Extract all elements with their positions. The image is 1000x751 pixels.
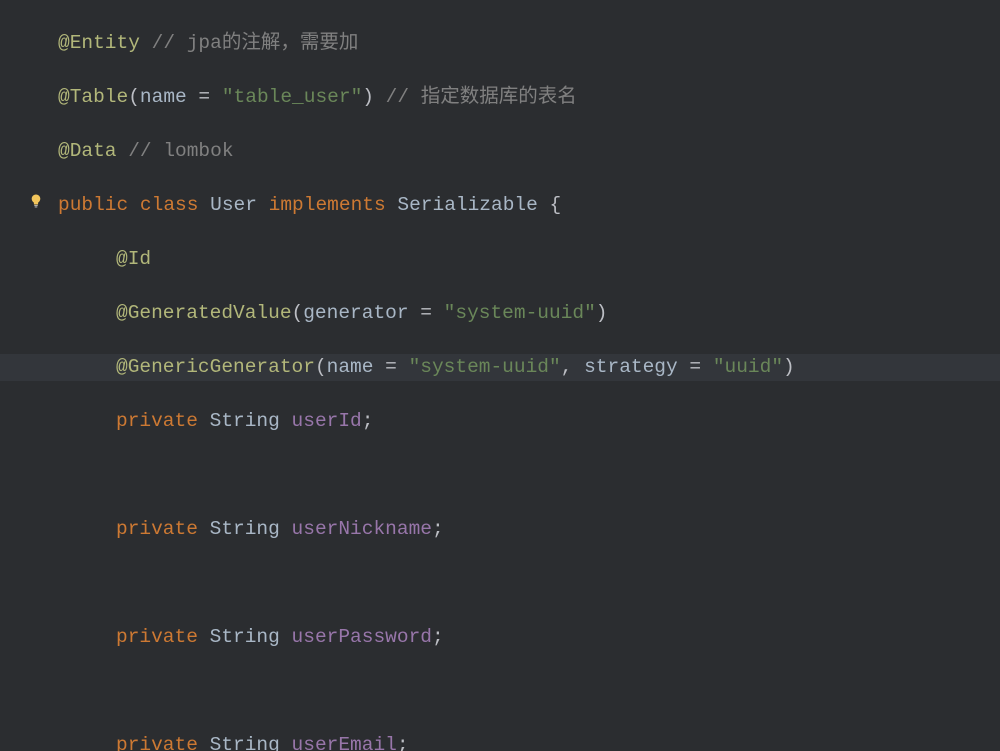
code-line: private String userNickname; bbox=[58, 516, 1000, 543]
keyword: private bbox=[116, 518, 198, 540]
type-name: String bbox=[210, 518, 280, 540]
code-line: @Entity // jpa的注解，需要加 bbox=[58, 30, 1000, 57]
code-line-current: @GenericGenerator(name = "system-uuid", … bbox=[0, 354, 1000, 381]
code-line: @Id bbox=[58, 246, 1000, 273]
type-name: String bbox=[210, 734, 280, 751]
code-line: @Data // lombok bbox=[58, 138, 1000, 165]
string-literal: "uuid" bbox=[713, 356, 783, 378]
param-name: name bbox=[327, 356, 374, 378]
lightbulb-icon[interactable] bbox=[28, 193, 44, 209]
annotation: @Table bbox=[58, 86, 128, 108]
code-line-empty bbox=[58, 678, 1000, 705]
code-line: private String userId; bbox=[58, 408, 1000, 435]
annotation: @Data bbox=[58, 140, 117, 162]
param-name: generator bbox=[303, 302, 408, 324]
field-name: userEmail bbox=[292, 734, 397, 751]
code-line: @Table(name = "table_user") // 指定数据库的表名 bbox=[58, 84, 1000, 111]
interface-name: Serializable bbox=[397, 194, 537, 216]
annotation: @Entity bbox=[58, 32, 140, 54]
field-name: userNickname bbox=[292, 518, 432, 540]
keyword: private bbox=[116, 410, 198, 432]
param-name: name bbox=[140, 86, 187, 108]
code-line: private String userPassword; bbox=[58, 624, 1000, 651]
comment: // lombok bbox=[117, 140, 234, 162]
string-literal: "table_user" bbox=[222, 86, 362, 108]
keyword: implements bbox=[269, 194, 386, 216]
code-line-empty bbox=[58, 462, 1000, 489]
field-name: userId bbox=[292, 410, 362, 432]
code-area[interactable]: @Entity // jpa的注解，需要加 @Table(name = "tab… bbox=[58, 0, 1000, 751]
field-name: userPassword bbox=[292, 626, 432, 648]
code-line: private String userEmail; bbox=[58, 732, 1000, 751]
param-name: strategy bbox=[584, 356, 678, 378]
annotation: @GenericGenerator bbox=[116, 356, 315, 378]
annotation: @GeneratedValue bbox=[116, 302, 292, 324]
comment: // 指定数据库的表名 bbox=[374, 86, 577, 108]
code-line: public class User implements Serializabl… bbox=[58, 192, 1000, 219]
keyword: class bbox=[140, 194, 199, 216]
class-name: User bbox=[210, 194, 257, 216]
annotation: @Id bbox=[116, 248, 151, 270]
string-literal: "system-uuid" bbox=[444, 302, 596, 324]
code-editor[interactable]: @Entity // jpa的注解，需要加 @Table(name = "tab… bbox=[0, 0, 1000, 751]
string-literal: "system-uuid" bbox=[409, 356, 561, 378]
code-line: @GeneratedValue(generator = "system-uuid… bbox=[58, 300, 1000, 327]
keyword: private bbox=[116, 734, 198, 751]
type-name: String bbox=[210, 410, 280, 432]
comment: // jpa的注解，需要加 bbox=[140, 32, 358, 54]
keyword: public bbox=[58, 194, 128, 216]
keyword: private bbox=[116, 626, 198, 648]
code-line-empty bbox=[58, 570, 1000, 597]
type-name: String bbox=[210, 626, 280, 648]
